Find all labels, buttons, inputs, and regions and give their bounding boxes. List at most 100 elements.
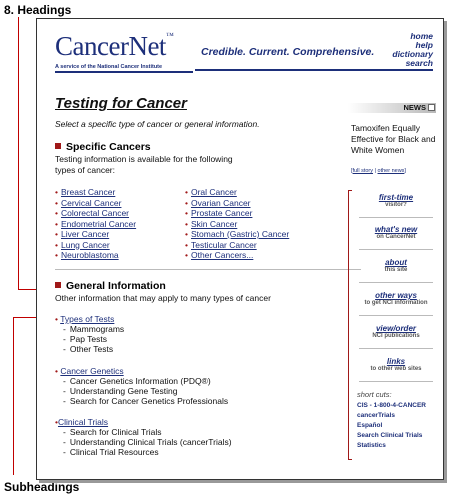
news-label: NEWS bbox=[403, 103, 427, 112]
cancer-link[interactable]: Cervical Cancer bbox=[61, 198, 121, 208]
nav-separator bbox=[359, 315, 433, 316]
nav-item-sublabel: visitor? bbox=[385, 202, 407, 208]
general-info-text: Other information that may apply to many… bbox=[55, 293, 271, 303]
specific-cancers-heading-text: Specific Cancers bbox=[66, 141, 151, 153]
list-item[interactable]: • Other Cancers... bbox=[185, 250, 289, 261]
nav-separator bbox=[359, 381, 433, 382]
nav-view-order[interactable]: view/order NCI publications bbox=[355, 324, 437, 339]
section-divider bbox=[55, 269, 361, 270]
search-link[interactable]: search bbox=[392, 59, 433, 68]
shortcut-espanol-link[interactable]: Español bbox=[357, 422, 382, 429]
cancer-link[interactable]: Lung Cancer bbox=[61, 240, 110, 250]
list-item: - Mammograms bbox=[63, 324, 125, 334]
cancer-link[interactable]: Breast Cancer bbox=[61, 187, 115, 197]
cancer-link[interactable]: Prostate Cancer bbox=[191, 208, 252, 218]
callout-subheadings-label: Subheadings bbox=[4, 480, 80, 494]
list-item-text: Understanding Clinical Trials (cancerTri… bbox=[69, 437, 232, 447]
shortcut-cancertrials-link[interactable]: cancerTrials bbox=[357, 412, 395, 419]
clinical-trials-link-text[interactable]: Clinical Trials bbox=[58, 417, 108, 427]
list-item[interactable]: • Colorectal Cancer bbox=[55, 208, 136, 219]
logo-text: CancerNet bbox=[55, 31, 166, 61]
specific-cancers-heading: Specific Cancers bbox=[55, 141, 151, 153]
list-item-text: Understanding Gene Testing bbox=[69, 386, 178, 396]
shortcut-cis-link[interactable]: CIS - 1-800-4-CANCER bbox=[357, 402, 426, 409]
cancer-list-col2: • Oral Cancer • Ovarian Cancer • Prostate C… bbox=[185, 187, 289, 261]
cancer-link[interactable]: Ovarian Cancer bbox=[191, 198, 251, 208]
nav-links[interactable]: links to other web sites bbox=[355, 357, 437, 372]
list-item-text: Mammograms bbox=[69, 324, 125, 334]
list-item-text: Search for Cancer Genetics Professionals bbox=[69, 396, 229, 406]
news-links: [full story | other news] bbox=[351, 168, 406, 174]
list-item[interactable]: • Endometrial Cancer bbox=[55, 219, 136, 230]
list-item[interactable]: • Oral Cancer bbox=[185, 187, 289, 198]
nav-first-time[interactable]: first-time visitor? bbox=[355, 193, 437, 208]
list-item[interactable]: • Skin Cancer bbox=[185, 219, 289, 230]
nav-item-label[interactable]: view/order bbox=[355, 324, 437, 333]
list-item: - Pap Tests bbox=[63, 334, 108, 344]
types-of-tests-link[interactable]: • Types of Tests bbox=[55, 314, 114, 324]
shortcut-search-trials-link[interactable]: Search Clinical Trials bbox=[357, 432, 422, 439]
clinical-trials-link[interactable]: •Clinical Trials bbox=[55, 417, 108, 427]
nav-separator bbox=[359, 217, 433, 218]
types-of-tests-link-text[interactable]: Types of Tests bbox=[60, 314, 114, 324]
list-item[interactable]: • Testicular Cancer bbox=[185, 240, 289, 251]
callout-headings-label: 8. Headings bbox=[4, 3, 72, 17]
web-page-frame: CancerNet™ A service of the National Can… bbox=[36, 18, 444, 480]
shortcut-statistics-link[interactable]: Statistics bbox=[357, 442, 386, 449]
specific-cancers-text: Testing information is available for the… bbox=[55, 154, 233, 175]
site-tagline: Credible. Current. Comprehensive. bbox=[201, 46, 375, 58]
nav-about[interactable]: about this site bbox=[355, 258, 437, 273]
list-item-text: Cancer Genetics Information (PDQ®) bbox=[69, 376, 211, 386]
full-story-link[interactable]: full story bbox=[353, 168, 373, 174]
nav-item-label[interactable]: other ways bbox=[355, 291, 437, 300]
nav-item-label[interactable]: links bbox=[355, 357, 437, 366]
list-item-text: Search for Clinical Trials bbox=[69, 427, 162, 437]
list-item[interactable]: • Ovarian Cancer bbox=[185, 198, 289, 209]
callout-line-subheadings-vertical bbox=[13, 317, 14, 475]
nav-item-label[interactable]: what's new bbox=[355, 225, 437, 234]
nav-other-ways[interactable]: other ways to get NCI information bbox=[355, 291, 437, 306]
list-item: - Understanding Gene Testing bbox=[63, 386, 178, 396]
news-bar: NEWS bbox=[348, 103, 436, 113]
cancer-link[interactable]: Other Cancers... bbox=[191, 250, 253, 260]
nav-whats-new[interactable]: what's new on CancerNet bbox=[355, 225, 437, 240]
news-box-icon bbox=[428, 104, 435, 111]
list-item-text: Other Tests bbox=[69, 344, 114, 354]
nav-item-label[interactable]: about bbox=[355, 258, 437, 267]
nav-item-label[interactable]: first-time bbox=[355, 193, 437, 202]
list-item[interactable]: • Neuroblastoma bbox=[55, 250, 136, 261]
cancer-link[interactable]: Neuroblastoma bbox=[61, 250, 119, 260]
cancer-link[interactable]: Endometrial Cancer bbox=[61, 219, 136, 229]
list-item: - Cancer Genetics Information (PDQ®) bbox=[63, 376, 211, 386]
cancer-link[interactable]: Liver Cancer bbox=[61, 229, 109, 239]
nav-separator bbox=[359, 348, 433, 349]
list-item: - Other Tests bbox=[63, 344, 114, 354]
shortcuts-title: short cuts: bbox=[357, 390, 392, 399]
nav-item-sublabel: NCI publications bbox=[372, 333, 420, 339]
list-item: - Understanding Clinical Trials (cancerTr… bbox=[63, 437, 232, 447]
cancer-link[interactable]: Colorectal Cancer bbox=[61, 208, 129, 218]
cancer-link[interactable]: Oral Cancer bbox=[191, 187, 237, 197]
general-info-heading-text: General Information bbox=[66, 280, 166, 292]
heading-bullet-icon bbox=[55, 282, 61, 288]
cancer-link[interactable]: Skin Cancer bbox=[191, 219, 237, 229]
cancer-link[interactable]: Stomach (Gastric) Cancer bbox=[191, 229, 289, 239]
other-news-link[interactable]: other news bbox=[378, 168, 405, 174]
cancernet-logo[interactable]: CancerNet™ A service of the National Can… bbox=[55, 31, 193, 73]
site-header: CancerNet™ A service of the National Can… bbox=[55, 31, 433, 73]
header-rule bbox=[195, 69, 433, 71]
list-item[interactable]: • Cervical Cancer bbox=[55, 198, 136, 209]
list-item[interactable]: • Breast Cancer bbox=[55, 187, 136, 198]
list-item[interactable]: • Liver Cancer bbox=[55, 229, 136, 240]
nav-item-sublabel: to other web sites bbox=[370, 366, 422, 372]
news-headline: Tamoxifen Equally Effective for Black an… bbox=[351, 123, 436, 155]
cancer-genetics-link-text[interactable]: Cancer Genetics bbox=[60, 366, 123, 376]
cancer-link[interactable]: Testicular Cancer bbox=[191, 240, 257, 250]
list-item[interactable]: • Stomach (Gastric) Cancer bbox=[185, 229, 289, 240]
list-item[interactable]: • Prostate Cancer bbox=[185, 208, 289, 219]
cancer-genetics-link[interactable]: • Cancer Genetics bbox=[55, 366, 124, 376]
list-item[interactable]: • Lung Cancer bbox=[55, 240, 136, 251]
nav-item-sublabel: on CancerNet bbox=[376, 234, 416, 240]
page-title: Testing for Cancer bbox=[55, 95, 187, 112]
nav-item-sublabel: this site bbox=[384, 267, 408, 273]
